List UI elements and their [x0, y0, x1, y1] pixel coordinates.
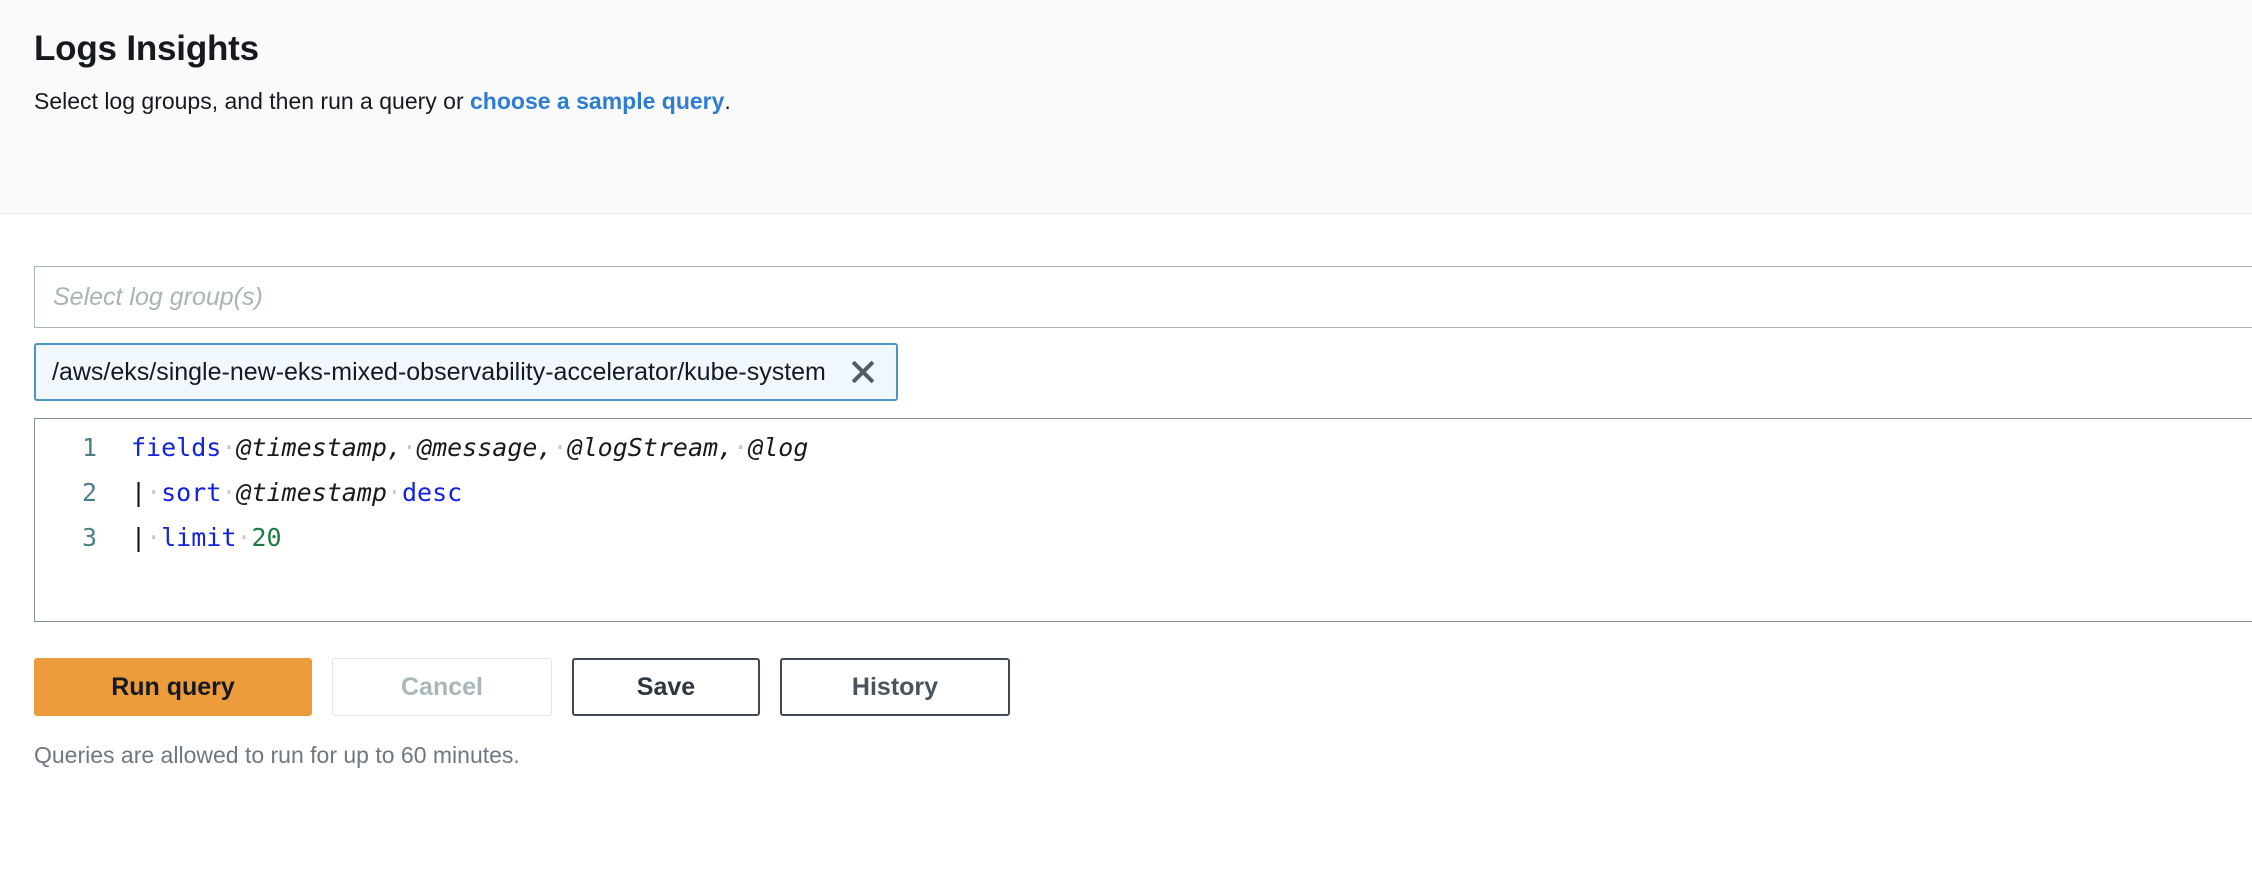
cancel-button: Cancel [332, 658, 552, 716]
token-keyword: fields [131, 433, 222, 462]
token-space: · [401, 433, 418, 462]
token-field: @timestamp, [236, 433, 402, 462]
token-keyword: limit [161, 523, 237, 552]
token-space: · [386, 478, 402, 507]
page-subtitle: Select log groups, and then run a query … [34, 87, 2252, 117]
token-keyword: desc [401, 478, 463, 507]
run-query-button[interactable]: Run query [34, 658, 312, 716]
selected-log-groups: /aws/eks/single-new-eks-mixed-observabil… [34, 343, 2252, 401]
token-space: · [146, 478, 162, 507]
token-space: · [733, 433, 749, 462]
line-content: fields·@timestamp,·@message,·@logStream,… [97, 433, 808, 462]
logs-insights-body: Select log group(s) /aws/eks/single-new-… [0, 266, 2252, 769]
log-group-select-placeholder: Select log group(s) [53, 282, 263, 311]
page-subtitle-suffix: . [724, 88, 731, 114]
save-button[interactable]: Save [572, 658, 760, 716]
query-editor[interactable]: 1 fields·@timestamp,·@message,·@logStream… [34, 418, 2252, 622]
token-pipe: | [131, 523, 147, 552]
query-actions: Run query Cancel Save History [34, 658, 2252, 716]
token-number: 20 [251, 523, 282, 552]
token-field: @message, [417, 433, 553, 462]
log-group-chip[interactable]: /aws/eks/single-new-eks-mixed-observabil… [34, 343, 898, 401]
page-title: Logs Insights [34, 29, 259, 68]
query-duration-note: Queries are allowed to run for up to 60 … [34, 742, 520, 768]
token-space: · [552, 433, 568, 462]
query-line: 2 |·sort·@timestamp·desc [35, 478, 2252, 523]
token-field: @log [748, 433, 809, 462]
token-space: · [221, 433, 237, 462]
log-group-chip-label: /aws/eks/single-new-eks-mixed-observabil… [52, 357, 826, 386]
line-content: |·sort·@timestamp·desc [97, 478, 462, 507]
choose-sample-query-link[interactable]: choose a sample query [470, 88, 724, 114]
log-group-select[interactable]: Select log group(s) [34, 266, 2252, 328]
page-header: Logs Insights Select log groups, and the… [0, 0, 2252, 214]
query-line: 3 |·limit·20 [35, 523, 2252, 568]
token-keyword: sort [161, 478, 222, 507]
line-number: 3 [81, 523, 97, 552]
close-icon[interactable] [848, 357, 878, 387]
token-field: @timestamp [236, 478, 387, 507]
token-pipe: | [131, 478, 147, 507]
line-number: 1 [81, 433, 97, 462]
token-space: · [146, 523, 162, 552]
token-space: · [221, 478, 237, 507]
line-number: 2 [81, 478, 97, 507]
history-button[interactable]: History [780, 658, 1010, 716]
query-line: 1 fields·@timestamp,·@message,·@logStream… [35, 433, 2252, 478]
token-space: · [236, 523, 252, 552]
query-editor-lines: 1 fields·@timestamp,·@message,·@logStream… [35, 433, 2252, 568]
page-subtitle-prefix: Select log groups, and then run a query … [34, 88, 471, 114]
line-content: |·limit·20 [97, 523, 282, 552]
token-field: @logStream, [567, 433, 734, 462]
